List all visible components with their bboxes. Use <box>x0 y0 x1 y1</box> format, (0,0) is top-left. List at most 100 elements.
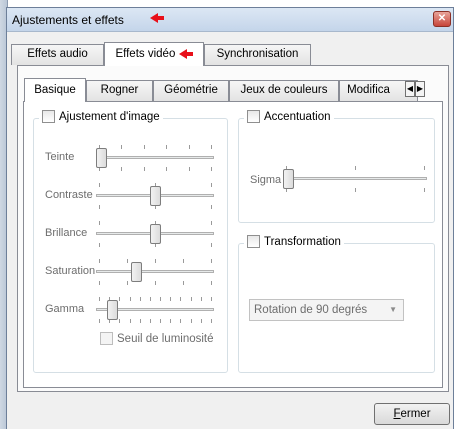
basic-panel: Ajustement d'image Teinte Contraste Brilla… <box>23 101 443 388</box>
slider-tick <box>180 319 181 323</box>
slider-tick <box>121 145 122 149</box>
threshold-row: Seuil de luminosité <box>100 332 214 345</box>
rotation-select-value: Rotation de 90 degrés <box>254 304 368 316</box>
tab-audio-effects[interactable]: Effets audio <box>11 44 104 65</box>
tab-basic[interactable]: Basique <box>24 78 86 102</box>
slider-tick <box>166 167 167 171</box>
slider-tick <box>183 259 184 263</box>
transform-group: Transformation Rotation de 90 degrés ▼ <box>238 235 435 373</box>
tab-label: Rogner <box>100 84 139 96</box>
slider-tick <box>191 297 192 301</box>
annotation-arrow-icon <box>178 48 193 59</box>
sharpen-checkbox[interactable] <box>247 110 260 123</box>
slider-thumb[interactable] <box>149 186 161 206</box>
slider-tick <box>211 145 212 149</box>
close-button-mnemonic: F <box>393 408 401 420</box>
slider-tick <box>140 297 141 301</box>
slider-tick <box>99 183 100 187</box>
threshold-label: Seuil de luminosité <box>117 332 214 345</box>
tab-scroll-left-icon[interactable]: ◀ <box>405 81 415 97</box>
slider-tick <box>140 319 141 323</box>
slider-tick <box>127 259 128 263</box>
sharpen-group: Accentuation Sigma <box>238 110 435 223</box>
slider-thumb[interactable] <box>106 300 118 320</box>
slider-tick <box>166 145 167 149</box>
annotation-arrow-icon <box>150 13 164 23</box>
tab-crop[interactable]: Rogner <box>86 80 153 101</box>
slider-tick <box>211 167 212 171</box>
slider-tick <box>211 221 212 225</box>
slider-tick <box>99 243 100 247</box>
tab-geometry[interactable]: Géométrie <box>153 80 229 101</box>
transform-title: Transformation <box>264 235 341 248</box>
slider-tick <box>211 243 212 247</box>
slider-thumb[interactable] <box>149 224 161 244</box>
slider-tick <box>99 319 100 323</box>
chevron-down-icon: ▼ <box>389 305 397 314</box>
image-adjust-group: Ajustement d'image Teinte Contraste Brilla… <box>33 110 228 373</box>
slider-track[interactable] <box>96 156 214 159</box>
close-icon[interactable]: ✕ <box>433 11 451 27</box>
transform-header: Transformation <box>244 235 344 248</box>
slider-tick <box>130 319 131 323</box>
slider-tick <box>130 297 131 301</box>
slider-tick <box>211 281 212 285</box>
tab-label: Effets vidéo <box>115 48 176 60</box>
slider-tick <box>211 205 212 209</box>
slider-label: Contraste <box>45 189 93 201</box>
sigma-label: Sigma <box>250 174 282 186</box>
threshold-checkbox[interactable] <box>100 332 113 345</box>
tab-scroll-right-icon[interactable]: ▶ <box>415 81 425 97</box>
title-bar[interactable]: Ajustements et effets ✕ <box>7 8 453 32</box>
slider-label: Gamma <box>45 303 85 315</box>
slider-tick <box>155 281 156 285</box>
slider-track[interactable] <box>96 270 214 273</box>
slider-label: Teinte <box>45 151 75 163</box>
slider-tick <box>201 297 202 301</box>
slider-tick <box>355 166 356 170</box>
tab-label: Modifica <box>347 84 390 96</box>
slider-tick <box>424 166 425 170</box>
slider-tick <box>144 167 145 171</box>
slider-tick <box>201 319 202 323</box>
video-effects-panel: Basique Rogner Géométrie Jeux de couleur… <box>17 65 449 392</box>
slider-thumb[interactable] <box>96 148 107 168</box>
slider-tick <box>424 188 425 192</box>
rotation-select[interactable]: Rotation de 90 degrés ▼ <box>249 299 404 321</box>
close-button-label-rest: ermer <box>400 408 431 420</box>
slider-tick <box>127 281 128 285</box>
slider-tick <box>189 167 190 171</box>
dialog-window: Ajustements et effets ✕ Effets audio Eff… <box>6 7 454 429</box>
slider-tick <box>119 297 120 301</box>
sharpen-title: Accentuation <box>264 110 331 123</box>
slider-tick <box>183 281 184 285</box>
slider-tick <box>211 297 212 301</box>
slider-track[interactable] <box>283 177 427 180</box>
slider-tick <box>211 319 212 323</box>
slider-tick <box>160 297 161 301</box>
slider-tick <box>99 205 100 209</box>
tab-label: Effets audio <box>27 48 88 60</box>
close-button[interactable]: Fermer <box>374 403 450 425</box>
tab-label: Synchronisation <box>216 48 299 60</box>
slider-thumb[interactable] <box>131 262 143 282</box>
slider-tick <box>160 319 161 323</box>
slider-tick <box>99 297 100 301</box>
slider-tick <box>170 297 171 301</box>
tab-color-sets[interactable]: Jeux de couleurs <box>229 80 339 101</box>
sharpen-header: Accentuation <box>244 110 334 123</box>
slider-tick <box>99 281 100 285</box>
image-adjust-header: Ajustement d'image <box>39 110 163 123</box>
slider-tick <box>119 319 120 323</box>
tab-label: Basique <box>34 84 76 96</box>
tab-video-effects[interactable]: Effets vidéo <box>104 42 204 66</box>
slider-tick <box>170 319 171 323</box>
slider-tick <box>150 297 151 301</box>
transform-checkbox[interactable] <box>247 235 260 248</box>
slider-thumb[interactable] <box>283 169 294 189</box>
tab-synchronisation[interactable]: Synchronisation <box>204 44 311 65</box>
slider-tick <box>180 297 181 301</box>
image-adjust-checkbox[interactable] <box>42 110 55 123</box>
slider-tick <box>99 221 100 225</box>
image-adjust-title: Ajustement d'image <box>59 110 160 123</box>
